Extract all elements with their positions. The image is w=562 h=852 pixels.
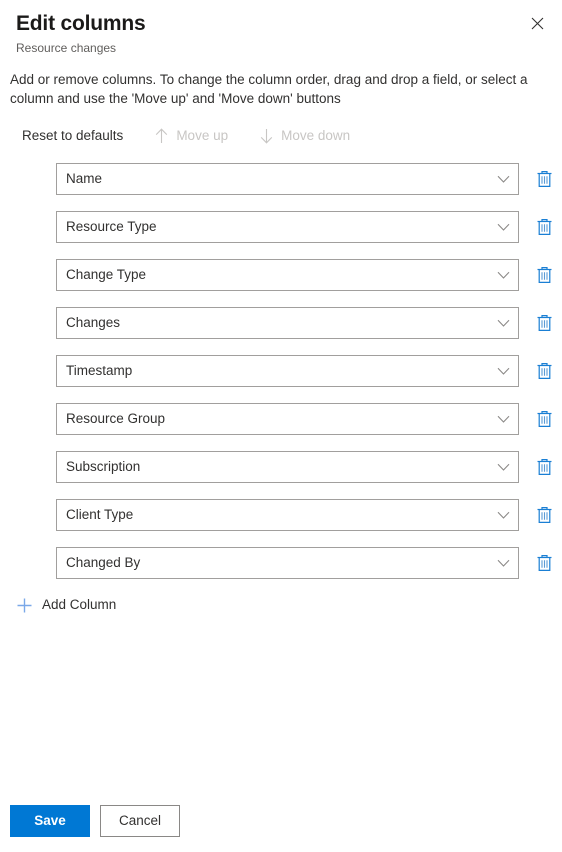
delete-column-button[interactable] [528, 547, 560, 579]
delete-column-button[interactable] [528, 355, 560, 387]
column-row: Resource Type [56, 211, 562, 243]
trash-icon [536, 170, 553, 188]
column-select-label: Resource Group [66, 411, 166, 426]
column-row: Changes [56, 307, 562, 339]
add-column-label: Add Column [42, 597, 117, 612]
delete-column-button[interactable] [528, 403, 560, 435]
column-select-7[interactable]: Client Type [56, 499, 519, 531]
chevron-down-icon [488, 164, 518, 194]
move-up-label: Move up [176, 128, 229, 143]
column-select-3[interactable]: Changes [56, 307, 519, 339]
move-down-button[interactable]: Move down [258, 122, 362, 150]
move-up-button[interactable]: Move up [153, 122, 240, 150]
move-down-label: Move down [281, 128, 351, 143]
columns-list: Name Resource Type Change Type Changes Times… [0, 163, 562, 579]
trash-icon [536, 218, 553, 236]
close-button[interactable] [520, 6, 554, 40]
column-row: Changed By [56, 547, 562, 579]
column-row: Client Type [56, 499, 562, 531]
plus-icon [14, 595, 34, 615]
column-select-2[interactable]: Change Type [56, 259, 519, 291]
column-select-label: Changes [66, 315, 121, 330]
add-column-button[interactable]: Add Column [14, 595, 116, 615]
arrow-down-icon [258, 128, 274, 144]
column-select-5[interactable]: Resource Group [56, 403, 519, 435]
chevron-down-icon [488, 404, 518, 434]
delete-column-button[interactable] [528, 211, 560, 243]
save-button[interactable]: Save [10, 805, 90, 837]
trash-icon [536, 506, 553, 524]
column-select-label: Timestamp [66, 363, 133, 378]
reset-to-defaults-button[interactable]: Reset to defaults [22, 122, 135, 150]
column-row: Name [56, 163, 562, 195]
reset-to-defaults-label: Reset to defaults [22, 128, 124, 143]
delete-column-button[interactable] [528, 451, 560, 483]
panel-header: Edit columns Resource changes [0, 0, 562, 56]
panel-footer: Save Cancel [0, 790, 562, 852]
trash-icon [536, 362, 553, 380]
column-select-label: Changed By [66, 555, 141, 570]
chevron-down-icon [488, 308, 518, 338]
panel-subtitle: Resource changes [16, 41, 117, 55]
delete-column-button[interactable] [528, 163, 560, 195]
column-select-label: Subscription [66, 459, 141, 474]
column-select-4[interactable]: Timestamp [56, 355, 519, 387]
arrow-up-icon [153, 128, 169, 144]
chevron-down-icon [488, 452, 518, 482]
chevron-down-icon [488, 212, 518, 242]
column-select-label: Resource Type [66, 219, 157, 234]
chevron-down-icon [488, 260, 518, 290]
column-row: Subscription [56, 451, 562, 483]
command-bar: Reset to defaults Move up Move down [0, 108, 562, 150]
column-select-label: Client Type [66, 507, 134, 522]
delete-column-button[interactable] [528, 307, 560, 339]
trash-icon [536, 266, 553, 284]
column-select-6[interactable]: Subscription [56, 451, 519, 483]
column-select-0[interactable]: Name [56, 163, 519, 195]
trash-icon [536, 314, 553, 332]
column-select-1[interactable]: Resource Type [56, 211, 519, 243]
column-select-label: Name [66, 171, 103, 186]
trash-icon [536, 410, 553, 428]
column-row: Timestamp [56, 355, 562, 387]
trash-icon [536, 458, 553, 476]
cancel-button[interactable]: Cancel [100, 805, 180, 837]
chevron-down-icon [488, 356, 518, 386]
column-row: Resource Group [56, 403, 562, 435]
trash-icon [536, 554, 553, 572]
page-title: Edit columns [16, 12, 146, 35]
column-select-8[interactable]: Changed By [56, 547, 519, 579]
column-select-label: Change Type [66, 267, 147, 282]
column-row: Change Type [56, 259, 562, 291]
chevron-down-icon [488, 500, 518, 530]
delete-column-button[interactable] [528, 499, 560, 531]
close-icon [531, 17, 544, 30]
delete-column-button[interactable] [528, 259, 560, 291]
chevron-down-icon [488, 548, 518, 578]
panel-description: Add or remove columns. To change the col… [10, 72, 528, 106]
